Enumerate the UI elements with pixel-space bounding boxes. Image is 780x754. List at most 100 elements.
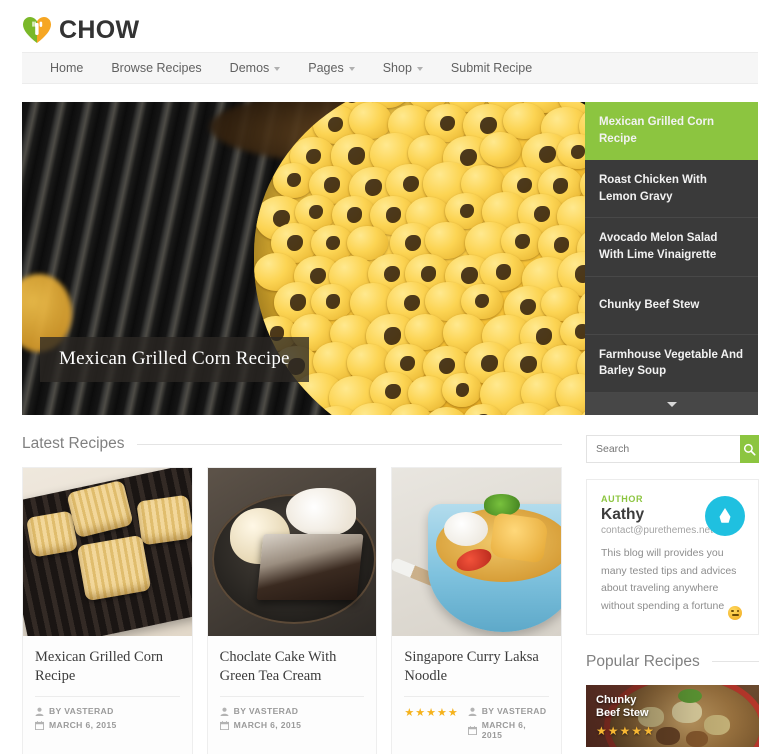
- content-area: Latest Recipes Mexican Grilled Corn Reci…: [22, 435, 759, 754]
- search-widget: [586, 435, 759, 463]
- latest-recipes-heading: Latest Recipes: [22, 435, 562, 453]
- hero-slide-item-1[interactable]: Roast Chicken With Lemon Gravy: [585, 160, 758, 219]
- divider: [219, 696, 365, 698]
- neutral-face-emoji: [728, 605, 742, 620]
- author-text: BY VASTERAD: [481, 706, 547, 717]
- recipe-card-date: MARCH 6, 2015: [467, 720, 549, 741]
- main-column: Latest Recipes Mexican Grilled Corn Reci…: [22, 435, 563, 754]
- star-icon: ★: [643, 723, 654, 738]
- recipe-card-body: Choclate Cake With Green Tea Cream BY VA…: [208, 636, 377, 744]
- star-icon: ★: [607, 723, 619, 738]
- page-root: CHOW Home Browse Recipes Demos Pages Sho…: [0, 0, 780, 754]
- star-icon: ★: [631, 723, 643, 738]
- recipe-card-author: BY VASTERAD: [468, 706, 549, 716]
- nav-label: Shop: [382, 61, 412, 75]
- recipe-card-date: MARCH 6, 2015: [35, 720, 117, 730]
- recipe-card-title: Singapore Curry Laksa Noodle: [404, 649, 539, 685]
- star-icon: ★: [436, 707, 447, 720]
- main-nav: Home Browse Recipes Demos Pages Shop Sub…: [22, 52, 758, 84]
- star-icon: ★: [404, 707, 415, 720]
- nav-label: Browse Recipes: [111, 61, 202, 75]
- date-text: MARCH 6, 2015: [481, 720, 527, 741]
- star-icon: ★: [415, 707, 426, 720]
- site-header: CHOW: [0, 0, 780, 52]
- recipe-card-grid: Mexican Grilled Corn Recipe BY VASTERAD: [22, 467, 563, 754]
- recipe-card-author: BY VASTERAD: [220, 706, 302, 716]
- hero-slide-label: Avocado Melon Salad With Lime Vinaigrett…: [599, 232, 718, 261]
- water-drop-icon: [719, 508, 732, 524]
- avatar: [705, 496, 745, 536]
- user-icon: [220, 707, 229, 716]
- divider: [404, 696, 550, 698]
- chevron-down-icon: [274, 67, 281, 71]
- nav-label: Demos: [229, 61, 270, 75]
- site-logo[interactable]: CHOW: [22, 16, 139, 45]
- recipe-card-author: BY VASTERAD: [35, 706, 117, 716]
- popular-recipe-title-line2: Beef Stew: [596, 707, 649, 720]
- popular-recipe-title-line1: Chunky: [596, 693, 637, 706]
- hero-slide-list: Mexican Grilled Corn Recipe Roast Chicke…: [585, 102, 758, 416]
- nav-item-home[interactable]: Home: [36, 52, 97, 84]
- recipe-card-rating: ★ ★ ★ ★ ★: [404, 706, 457, 719]
- hero-slide-label: Chunky Beef Stew: [599, 298, 700, 311]
- recipe-card-title: Mexican Grilled Corn Recipe: [35, 649, 164, 685]
- popular-recipes-heading: Popular Recipes: [586, 653, 759, 671]
- nav-label: Submit Recipe: [450, 61, 533, 75]
- user-icon: [468, 707, 477, 716]
- hero-slide-item-4[interactable]: Farmhouse Vegetable And Barley Soup: [585, 335, 758, 394]
- section-title: Popular Recipes: [586, 652, 700, 670]
- hero-slider: Mexican Grilled Corn Recipe Mexican Gril…: [22, 102, 758, 416]
- logo-text: CHOW: [59, 15, 140, 44]
- recipe-card-image: [392, 468, 562, 636]
- recipe-card-image: [23, 468, 192, 636]
- nav-item-shop[interactable]: Shop: [369, 52, 437, 84]
- nav-label: Pages: [308, 61, 344, 75]
- author-text: BY VASTERAD: [49, 706, 114, 717]
- search-input[interactable]: [586, 435, 740, 463]
- nav-item-demos[interactable]: Demos: [216, 52, 295, 84]
- hero-slide-item-2[interactable]: Avocado Melon Salad With Lime Vinaigrett…: [585, 218, 758, 277]
- popular-recipe-item[interactable]: Chunky Beef Stew ★ ★ ★ ★ ★: [586, 684, 759, 747]
- sidebar: AUTHOR Kathy contact@purethemes.net This…: [586, 435, 759, 754]
- star-icon: ★: [619, 723, 631, 738]
- recipe-card-image: [207, 468, 377, 636]
- user-icon: [35, 707, 44, 716]
- star-icon: ★: [596, 723, 607, 738]
- star-icon: ★: [447, 707, 458, 720]
- recipe-card-date: MARCH 6, 2015: [219, 720, 302, 731]
- recipe-card-body: Mexican Grilled Corn Recipe BY VASTERAD: [23, 636, 192, 744]
- recipe-card-title: Choclate Cake With Green Tea Cream: [219, 649, 337, 685]
- nav-item-submit-recipe[interactable]: Submit Recipe: [437, 52, 546, 84]
- date-text: MARCH 6, 2015: [233, 720, 302, 731]
- hero-caption: Mexican Grilled Corn Recipe: [40, 337, 309, 382]
- recipe-card[interactable]: Singapore Curry Laksa Noodle ★ ★ ★ ★ ★ BY VA…: [391, 467, 563, 754]
- author-widget: AUTHOR Kathy contact@purethemes.net This…: [586, 479, 759, 635]
- nav-item-browse-recipes[interactable]: Browse Recipes: [97, 52, 215, 84]
- heart-fork-icon: [22, 16, 52, 44]
- recipe-card[interactable]: Mexican Grilled Corn Recipe BY VASTERAD: [22, 467, 193, 754]
- author-description: This blog will provides you many tested …: [601, 547, 737, 612]
- divider: [711, 661, 759, 662]
- hero-slide-label: Farmhouse Vegetable And Barley Soup: [599, 348, 743, 378]
- chevron-down-icon: [416, 67, 423, 71]
- popular-recipe-title: Chunky Beef Stew: [596, 694, 649, 722]
- popular-recipe-rating: ★ ★ ★ ★ ★: [596, 724, 654, 738]
- author-text: BY VASTERAD: [233, 706, 299, 717]
- divider: [136, 443, 562, 445]
- hero-image-panel[interactable]: Mexican Grilled Corn Recipe: [22, 102, 585, 415]
- recipe-card-body: Singapore Curry Laksa Noodle ★ ★ ★ ★ ★ BY VA…: [392, 636, 561, 754]
- calendar-icon: [467, 725, 477, 735]
- search-icon: [743, 443, 756, 456]
- hero-slide-item-3[interactable]: Chunky Beef Stew: [585, 277, 758, 335]
- hero-slide-item-0[interactable]: Mexican Grilled Corn Recipe: [585, 102, 758, 161]
- nav-item-pages[interactable]: Pages: [294, 52, 368, 84]
- hero-slide-label: Roast Chicken With Lemon Gravy: [599, 174, 707, 203]
- divider: [35, 696, 180, 698]
- nav-label: Home: [50, 61, 84, 75]
- recipe-card[interactable]: Choclate Cake With Green Tea Cream BY VA…: [206, 467, 378, 754]
- hero-slide-more-button[interactable]: [585, 393, 758, 416]
- calendar-icon: [35, 720, 44, 730]
- search-button[interactable]: [740, 435, 759, 463]
- section-title: Latest Recipes: [22, 435, 125, 452]
- hero-slide-label: Mexican Grilled Corn Recipe: [599, 115, 715, 145]
